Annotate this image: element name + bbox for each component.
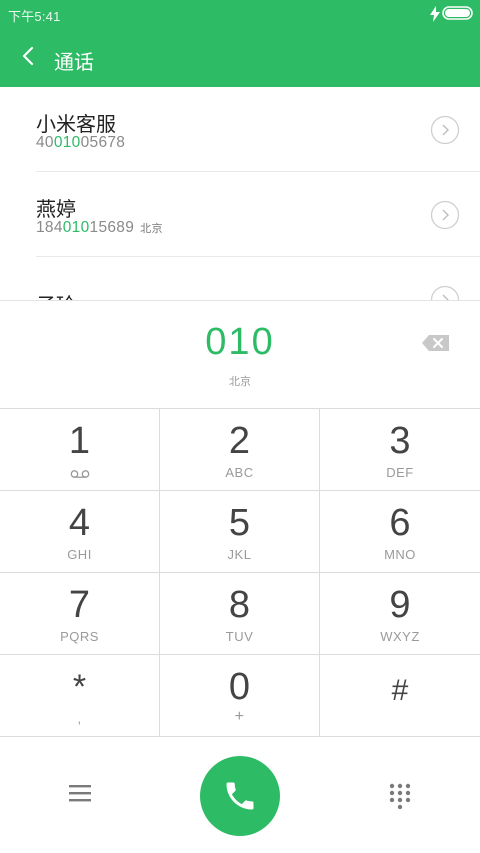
backspace-icon[interactable]	[420, 332, 452, 354]
dial-display: 010 北京	[0, 300, 480, 408]
key-digit: 4	[68, 502, 91, 544]
status-bar: 下午5:41	[0, 0, 480, 28]
key-letters: MNO	[384, 547, 416, 562]
voicemail-icon	[70, 470, 90, 478]
number-suffix: 05678	[80, 134, 126, 151]
key-letters: JKL	[227, 547, 252, 562]
back-arrow-icon[interactable]	[18, 45, 38, 67]
number-prefix: 40	[36, 134, 54, 151]
key-letters: ABC	[225, 465, 254, 480]
key-letters: +	[234, 708, 245, 725]
key-letters: DEF	[386, 465, 414, 480]
contact-number: 4001005678	[36, 134, 125, 152]
phone-icon	[226, 782, 254, 810]
menu-icon[interactable]	[68, 782, 92, 804]
bottom-bar	[0, 738, 480, 853]
key-digit: 5	[228, 502, 251, 544]
key-0[interactable]: 0 +	[160, 655, 320, 737]
contact-detail-button[interactable]	[430, 200, 460, 230]
header: 下午5:41 通话	[0, 0, 480, 87]
contact-name: 子玲	[36, 289, 76, 300]
key-4[interactable]: 4 GHI	[0, 491, 160, 573]
key-2[interactable]: 2 ABC	[160, 409, 320, 491]
contact-detail-button[interactable]	[430, 285, 460, 300]
key-9[interactable]: 9 WXYZ	[320, 573, 480, 655]
key-digit: 3	[389, 420, 411, 462]
status-time: 下午5:41	[8, 9, 61, 24]
key-digit: 0	[228, 666, 251, 708]
key-digit: 9	[389, 584, 411, 626]
dialpad-icon[interactable]	[388, 782, 412, 810]
contact-name: 燕婷	[36, 197, 76, 221]
app-bar: 通话	[0, 28, 480, 87]
key-digit: 6	[389, 502, 411, 544]
key-digit: #	[391, 674, 409, 707]
key-star[interactable]: * ,	[0, 655, 160, 737]
contact-number: 18401015689 北京	[36, 219, 163, 237]
key-8[interactable]: 8 TUV	[160, 573, 320, 655]
key-digit: 8	[228, 584, 251, 626]
key-1[interactable]: 1	[0, 409, 160, 491]
key-5[interactable]: 5 JKL	[160, 491, 320, 573]
call-button[interactable]	[200, 756, 280, 836]
dialed-location: 北京	[229, 375, 251, 388]
contact-name: 小米客服	[36, 112, 116, 136]
page-title: 通话	[54, 50, 94, 74]
key-3[interactable]: 3 DEF	[320, 409, 480, 491]
dialed-number: 010	[205, 321, 275, 363]
contact-item[interactable]: 燕婷 18401015689 北京	[0, 172, 480, 257]
key-7[interactable]: 7 PQRS	[0, 573, 160, 655]
keypad: 1 2 ABC 3 DEF 4 GHI 5 JKL 6 MNO 7 PQRS 8…	[0, 408, 480, 738]
key-letters: PQRS	[60, 629, 99, 644]
battery-icon	[442, 6, 473, 20]
key-letters: TUV	[225, 629, 254, 644]
contact-item[interactable]: 小米客服 4001005678	[0, 87, 480, 172]
number-match: 010	[62, 219, 90, 236]
contact-location: 北京	[140, 222, 163, 235]
key-digit: 7	[68, 584, 91, 626]
key-hash[interactable]: #	[320, 655, 480, 737]
number-suffix: 15689	[89, 219, 135, 236]
key-6[interactable]: 6 MNO	[320, 491, 480, 573]
key-letters: ,	[77, 711, 82, 726]
key-letters: GHI	[67, 547, 92, 562]
contact-detail-button[interactable]	[430, 115, 460, 145]
charging-icon	[430, 6, 440, 22]
number-match: 010	[53, 134, 81, 151]
contact-suggestions: 小米客服 4001005678 燕婷 18401015689北京 子玲	[0, 87, 480, 300]
key-digit: 2	[228, 420, 251, 462]
key-digit: *	[72, 668, 87, 706]
key-letters: WXYZ	[380, 629, 420, 644]
number-prefix: 184	[36, 219, 63, 236]
key-digit: 1	[68, 420, 91, 462]
contact-item[interactable]: 子玲	[0, 257, 480, 300]
